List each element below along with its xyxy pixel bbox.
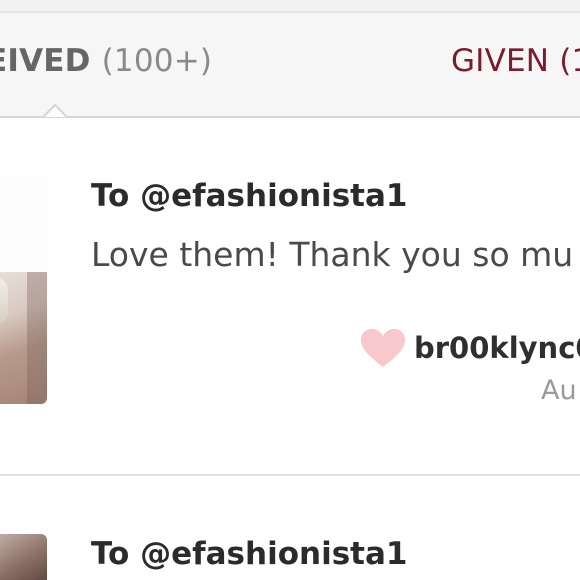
listing-thumbnail[interactable]: [0, 534, 47, 580]
tab-received-label: EIVED: [0, 43, 91, 79]
photo-shadow: [27, 272, 47, 404]
tab-bar: EIVED (100+) GIVEN (1: [0, 13, 580, 116]
listing-thumbnail[interactable]: [0, 176, 47, 404]
photo-detail: [0, 278, 8, 324]
note-date: Au: [541, 375, 577, 406]
note-message: Love them! Thank you so mu: [91, 235, 574, 274]
sender-username[interactable]: br00klync0: [414, 331, 580, 365]
recipient-line[interactable]: To @efashionista1: [91, 536, 407, 572]
heart-icon: [361, 329, 405, 367]
listing-photo: [0, 272, 47, 404]
love-note-card[interactable]: To @efashionista1: [0, 476, 580, 580]
love-note-card[interactable]: To @efashionista1 Love them! Thank you s…: [0, 118, 580, 474]
caret-up-icon: [43, 104, 67, 118]
tab-received[interactable]: EIVED (100+): [0, 43, 212, 79]
recipient-line[interactable]: To @efashionista1: [91, 178, 407, 214]
top-divider: [0, 0, 580, 13]
tab-given[interactable]: GIVEN (1: [451, 43, 580, 79]
tab-received-count: (100+): [101, 43, 213, 79]
